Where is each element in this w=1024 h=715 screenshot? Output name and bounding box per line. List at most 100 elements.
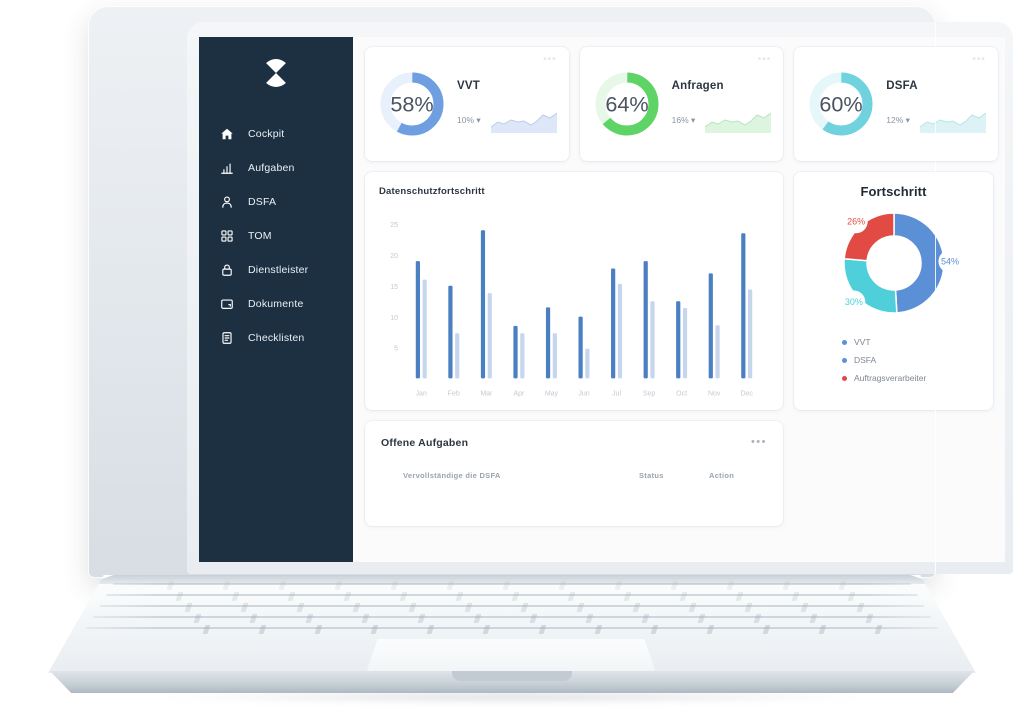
keyboard-key[interactable] bbox=[762, 625, 771, 634]
keyboard-key[interactable] bbox=[632, 603, 641, 612]
keyboard-key[interactable] bbox=[818, 625, 827, 634]
keyboard-key[interactable] bbox=[538, 625, 547, 634]
folder-icon bbox=[219, 296, 234, 311]
keyboard-key[interactable] bbox=[352, 603, 361, 612]
keyboard-key[interactable] bbox=[520, 603, 529, 612]
bar bbox=[455, 333, 460, 379]
stat-card-anfragen[interactable]: ••• 64% Anfragen 16% ▾ bbox=[579, 47, 784, 161]
stat-card-vvt[interactable]: ••• 58% VVT 10% ▾ bbox=[365, 47, 569, 161]
keyboard-key[interactable] bbox=[809, 614, 818, 623]
bar bbox=[715, 325, 720, 379]
keyboard-key[interactable] bbox=[464, 603, 473, 612]
keyboard-key[interactable] bbox=[782, 581, 791, 590]
keyboard-key[interactable] bbox=[240, 603, 249, 612]
keyboard-key[interactable] bbox=[455, 592, 464, 601]
keyboard-key[interactable] bbox=[361, 614, 370, 623]
donut-chart-dsfa: 60% bbox=[809, 72, 873, 136]
keyboard-key[interactable] bbox=[650, 625, 659, 634]
keyboard-key[interactable] bbox=[511, 592, 520, 601]
bar bbox=[578, 316, 583, 379]
keyboard-key[interactable] bbox=[408, 603, 417, 612]
keyboard-key[interactable] bbox=[390, 581, 399, 590]
keyboard-key[interactable] bbox=[623, 592, 632, 601]
sidebar-item-dienstleister[interactable]: Dienstleister bbox=[199, 253, 353, 286]
sidebar-item-label: Dienstleister bbox=[248, 263, 309, 276]
keyboard-key[interactable] bbox=[296, 603, 305, 612]
keyboard-key[interactable] bbox=[202, 625, 211, 634]
keyboard-key[interactable] bbox=[287, 592, 296, 601]
keyboard-key[interactable] bbox=[558, 581, 567, 590]
keyboard-key[interactable] bbox=[193, 614, 202, 623]
keyboard-key[interactable] bbox=[278, 581, 287, 590]
sidebar-item-dsfa[interactable]: DSFA bbox=[199, 185, 353, 218]
keyboard-key[interactable] bbox=[334, 581, 343, 590]
bar bbox=[448, 285, 453, 379]
keyboard-key[interactable] bbox=[426, 625, 435, 634]
pie-slice-label: 26% bbox=[847, 217, 865, 227]
keyboard-key[interactable] bbox=[258, 625, 267, 634]
keyboard-key[interactable] bbox=[874, 625, 883, 634]
keyboard-key[interactable] bbox=[417, 614, 426, 623]
keyboard-key[interactable] bbox=[838, 581, 847, 590]
bar bbox=[513, 325, 518, 379]
keyboard-key[interactable] bbox=[726, 581, 735, 590]
card-menu-icon[interactable]: ••• bbox=[543, 55, 557, 65]
keyboard-key[interactable] bbox=[585, 614, 594, 623]
keyboard-key[interactable] bbox=[473, 614, 482, 623]
keyboard-key[interactable] bbox=[249, 614, 258, 623]
keyboard-key[interactable] bbox=[670, 581, 679, 590]
donut-chart-vvt: 58% bbox=[380, 72, 444, 136]
sidebar-item-dokumente[interactable]: Dokumente bbox=[199, 287, 353, 320]
keyboard-key[interactable] bbox=[399, 592, 408, 601]
keyboard-key[interactable] bbox=[641, 614, 650, 623]
pie-slice-label: 30% bbox=[844, 297, 862, 307]
laptop-trackpad[interactable] bbox=[366, 639, 656, 673]
legend-dot bbox=[842, 357, 847, 363]
sidebar-item-cockpit[interactable]: Cockpit bbox=[199, 117, 353, 150]
sparkline-anfragen bbox=[705, 112, 772, 133]
keyboard-key[interactable] bbox=[735, 592, 744, 601]
keyboard-key[interactable] bbox=[679, 592, 688, 601]
keyboard-key[interactable] bbox=[865, 614, 874, 623]
legend-label: VVT bbox=[854, 337, 871, 347]
tasks-row: Offene Aufgaben ••• Vervollständige die … bbox=[365, 421, 993, 526]
keyboard-key[interactable] bbox=[175, 592, 184, 601]
keyboard-key[interactable] bbox=[791, 592, 800, 601]
x-axis-tick: Feb bbox=[448, 388, 460, 397]
keyboard-key[interactable] bbox=[753, 614, 762, 623]
keyboard-key[interactable] bbox=[502, 581, 511, 590]
keyboard-key[interactable] bbox=[594, 625, 603, 634]
sidebar-item-checklisten[interactable]: Checklisten bbox=[199, 321, 353, 354]
stat-card-dsfa[interactable]: ••• 60% DSFA 12% ▾ bbox=[794, 47, 998, 161]
keyboard-key[interactable] bbox=[482, 625, 491, 634]
keyboard-key[interactable] bbox=[614, 581, 623, 590]
keyboard-key[interactable] bbox=[706, 625, 715, 634]
keyboard-key[interactable] bbox=[800, 603, 809, 612]
brand-logo-icon[interactable] bbox=[258, 55, 294, 91]
keyboard-key[interactable] bbox=[222, 581, 231, 590]
sidebar-item-tom[interactable]: TOM bbox=[199, 219, 353, 252]
keyboard-key[interactable] bbox=[576, 603, 585, 612]
card-menu-icon[interactable]: ••• bbox=[972, 55, 986, 65]
card-menu-icon[interactable]: ••• bbox=[751, 437, 767, 448]
keyboard-key[interactable] bbox=[697, 614, 706, 623]
keyboard-row bbox=[80, 627, 944, 629]
keyboard-key[interactable] bbox=[529, 614, 538, 623]
bar bbox=[617, 283, 623, 379]
keyboard-key[interactable] bbox=[847, 592, 856, 601]
keyboard-key[interactable] bbox=[744, 603, 753, 612]
keyboard-key[interactable] bbox=[856, 603, 865, 612]
sidebar-item-aufgaben[interactable]: Aufgaben bbox=[199, 151, 353, 184]
keyboard-key[interactable] bbox=[314, 625, 323, 634]
keyboard-key[interactable] bbox=[231, 592, 240, 601]
keyboard-key[interactable] bbox=[166, 581, 175, 590]
keyboard-key[interactable] bbox=[688, 603, 697, 612]
keyboard-key[interactable] bbox=[343, 592, 352, 601]
keyboard-key[interactable] bbox=[305, 614, 314, 623]
card-menu-icon[interactable]: ••• bbox=[758, 55, 772, 65]
y-axis-tick: 10 bbox=[390, 313, 398, 322]
keyboard-key[interactable] bbox=[446, 581, 455, 590]
keyboard-key[interactable] bbox=[184, 603, 193, 612]
keyboard-key[interactable] bbox=[370, 625, 379, 634]
keyboard-key[interactable] bbox=[567, 592, 576, 601]
